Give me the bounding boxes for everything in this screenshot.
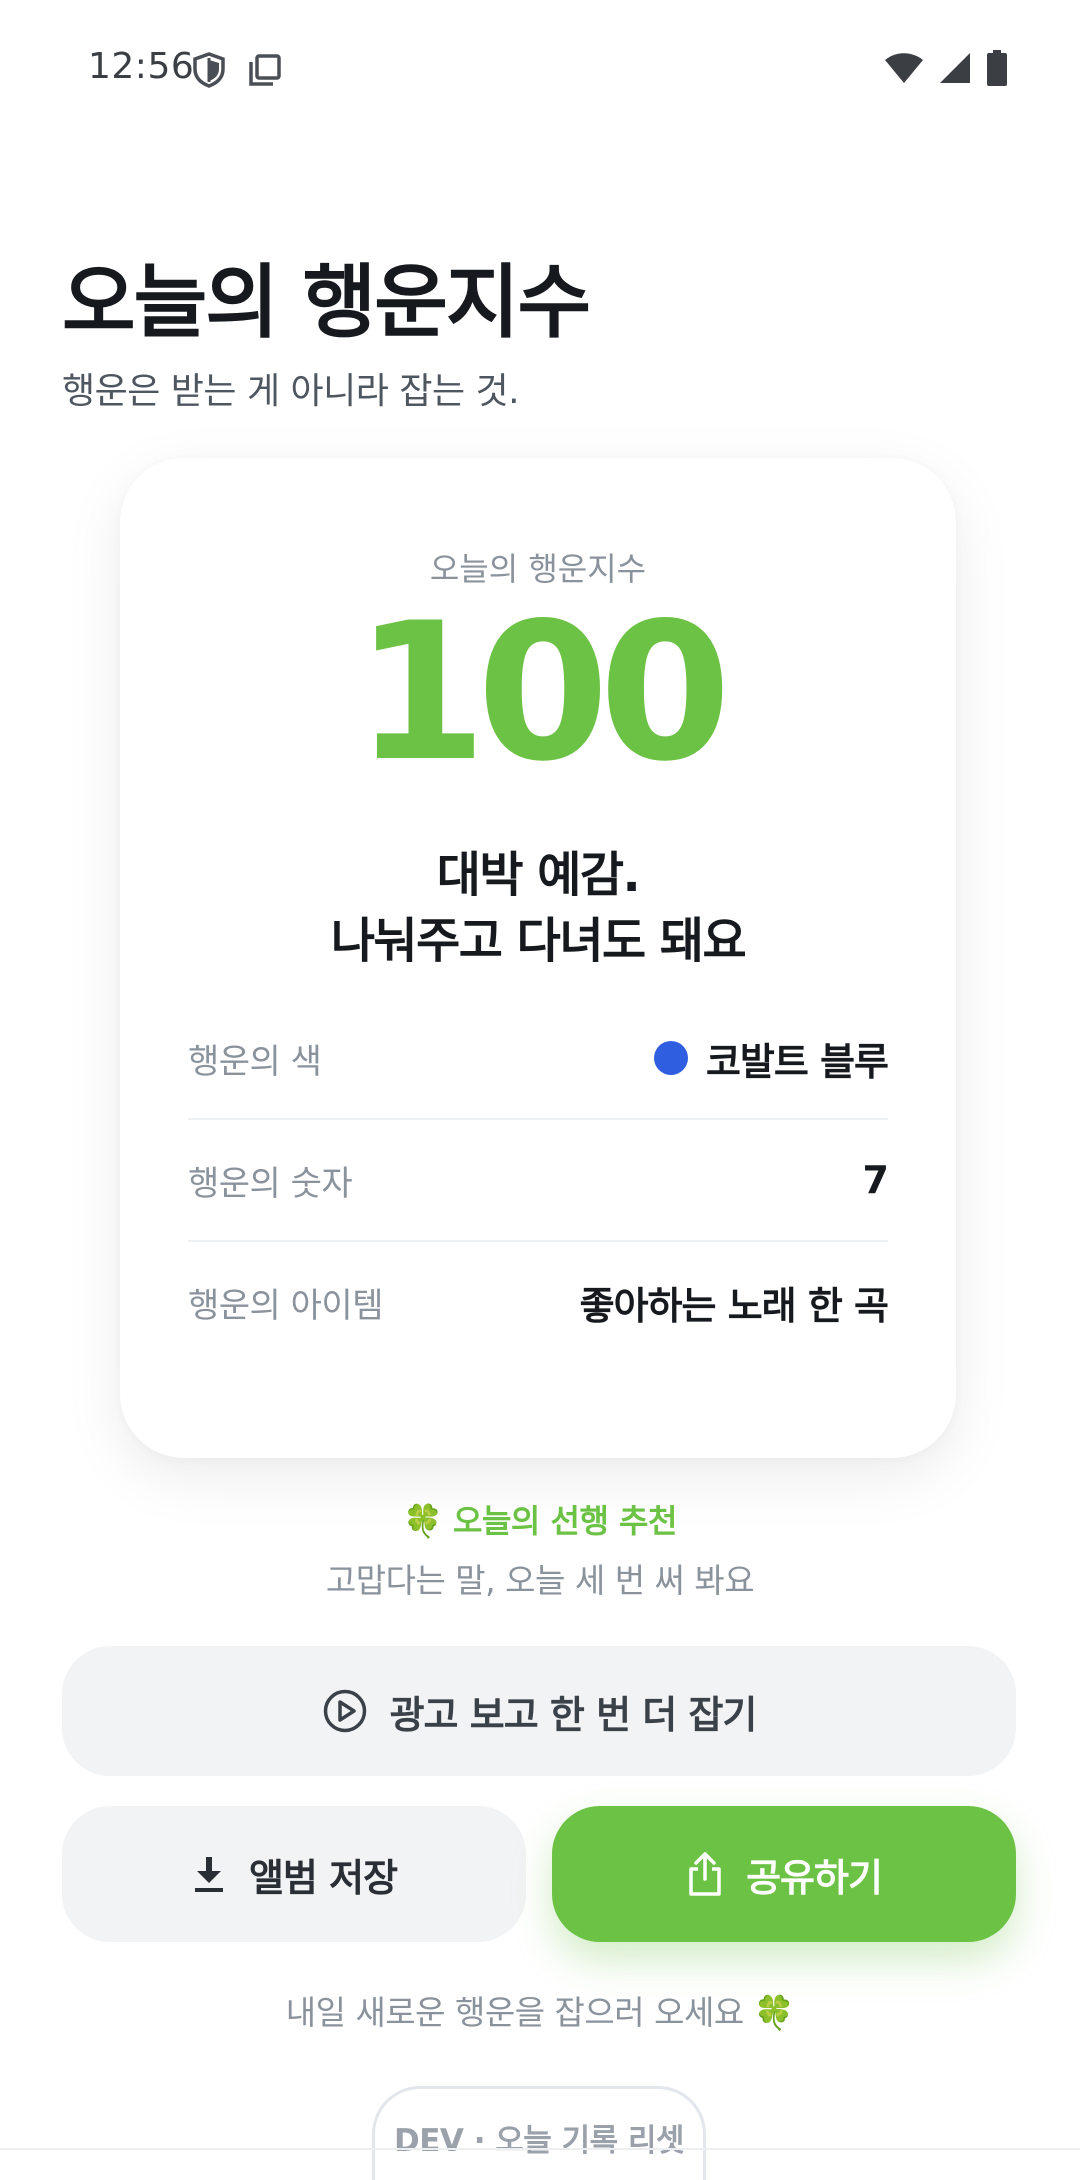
lucky-item-label: 행운의 아이템 bbox=[188, 1285, 384, 1326]
download-icon bbox=[191, 1854, 227, 1894]
wifi-icon bbox=[884, 51, 924, 85]
battery-icon bbox=[986, 50, 1008, 86]
lucky-color-value-wrap: 코발트 블루 bbox=[653, 1031, 889, 1086]
lucky-item-row: 행운의 아이템 좋아하는 노래 한 곡 bbox=[188, 1242, 889, 1362]
lucky-number-value: 7 bbox=[862, 1158, 889, 1202]
good-deed-text: 고맙다는 말, 오늘 세 번 써 봐요 bbox=[325, 1561, 755, 1600]
good-deed-title: 🍀 오늘의 선행 추천 bbox=[403, 1502, 677, 1540]
status-left-icons bbox=[192, 52, 282, 88]
share-label: 공유하기 bbox=[746, 1855, 883, 1900]
status-right-icons bbox=[884, 50, 1008, 86]
share-icon bbox=[686, 1851, 724, 1897]
lucky-color-row: 행운의 색 코발트 블루 bbox=[188, 998, 889, 1120]
copy-icon bbox=[248, 53, 282, 87]
fortune-message-line1: 대박 예감. bbox=[436, 847, 641, 903]
lucky-color-value: 코발트 블루 bbox=[705, 1039, 889, 1084]
lucky-number-label: 행운의 숫자 bbox=[188, 1163, 353, 1204]
status-time: 12:56 bbox=[88, 46, 195, 87]
fortune-message-line2: 나눠주고 다녀도 돼요 bbox=[330, 913, 747, 969]
luck-score: 100 bbox=[354, 582, 732, 803]
play-circle-icon bbox=[322, 1688, 368, 1734]
fortune-card: 오늘의 행운지수 100 대박 예감. 나눠주고 다녀도 돼요 행운의 색 코발… bbox=[120, 458, 956, 1458]
lucky-color-label: 행운의 색 bbox=[188, 1041, 322, 1082]
page-subtitle: 행운은 받는 게 아니라 잡는 것. bbox=[62, 371, 520, 412]
lucky-color-dot bbox=[653, 1041, 688, 1075]
lucky-item-value: 좋아하는 노래 한 곡 bbox=[579, 1283, 889, 1328]
fortune-message: 대박 예감. 나눠주고 다녀도 돼요 bbox=[120, 842, 956, 974]
bottom-divider bbox=[0, 2148, 1080, 2150]
shield-icon bbox=[192, 52, 226, 88]
status-bar: 12:56 bbox=[0, 0, 1080, 140]
dev-reset-button[interactable]: DEV · 오늘 기록 리셋 bbox=[372, 2086, 706, 2180]
watch-ad-label: 광고 보고 한 번 더 잡기 bbox=[389, 1692, 758, 1737]
page-title: 오늘의 행운지수 bbox=[62, 256, 591, 349]
signal-icon bbox=[938, 51, 972, 85]
save-album-button[interactable]: 앨범 저장 bbox=[62, 1806, 526, 1942]
fortune-screen: 12:56 오늘의 행운지수 행운은 받는 게 아니라 잡는 것. 오늘의 행운… bbox=[0, 0, 1080, 2180]
footer-note: 내일 새로운 행운을 잡으러 오세요 🍀 bbox=[285, 1993, 795, 2032]
share-button[interactable]: 공유하기 bbox=[552, 1806, 1016, 1942]
fortune-details: 행운의 색 코발트 블루 행운의 숫자 7 행운의 아이템 좋아하는 노래 한 … bbox=[188, 998, 889, 1362]
watch-ad-button[interactable]: 광고 보고 한 번 더 잡기 bbox=[62, 1646, 1016, 1776]
lucky-number-row: 행운의 숫자 7 bbox=[188, 1120, 889, 1242]
save-album-label: 앨범 저장 bbox=[248, 1855, 398, 1900]
